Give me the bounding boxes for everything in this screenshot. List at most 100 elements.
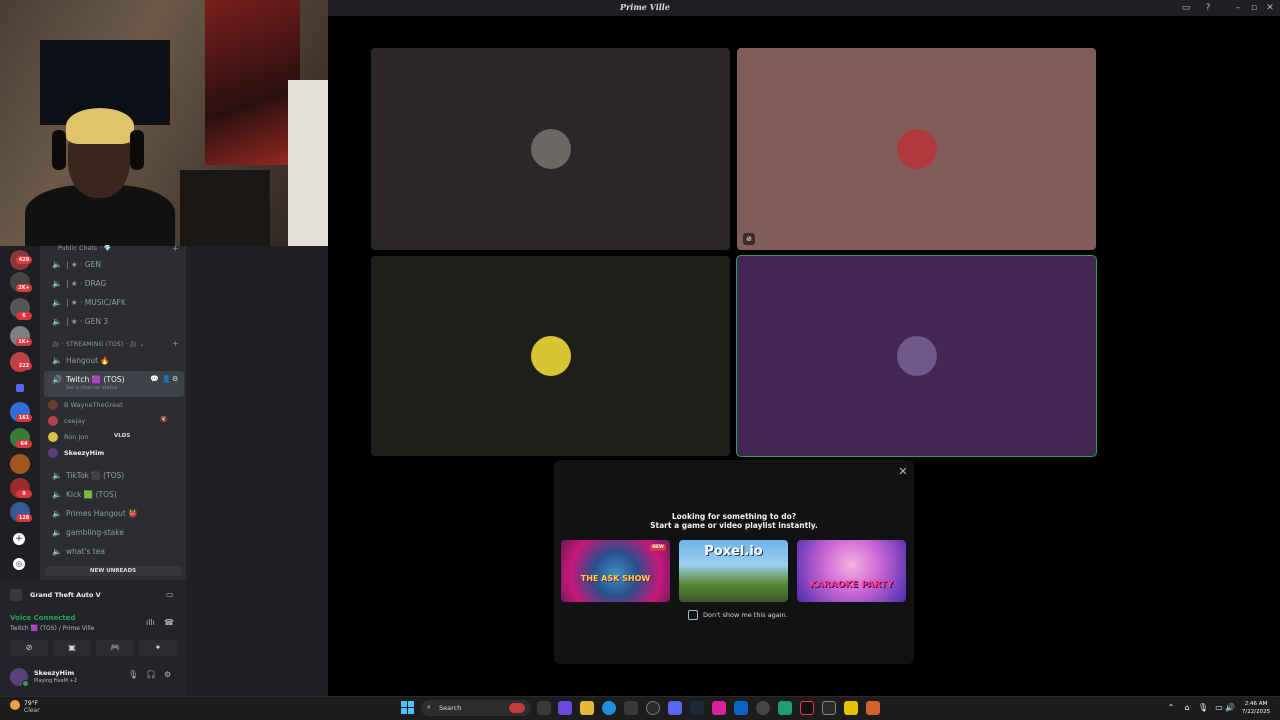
speaker-icon: 🔈 [52, 317, 62, 326]
app-icon[interactable] [778, 701, 792, 715]
voice-channel-hangout[interactable]: 🔈 Hangout 🔥 [44, 352, 184, 370]
settings-icon[interactable] [756, 701, 770, 715]
voice-channel[interactable]: 🔈 TikTok ⬛ (TOS) [44, 467, 184, 485]
close-window-icon[interactable]: ✕ [1264, 2, 1276, 14]
voice-member[interactable]: ceejay 🔇 [44, 414, 167, 428]
voice-channel[interactable]: 🔈 Kick 🟩 (TOS) [44, 486, 184, 504]
avatar [530, 129, 571, 169]
disconnect-icon[interactable]: ☎ [164, 618, 174, 627]
user-row: SkeezyHim Playing FiveM +2 🎙 🎧 ⚙ [6, 664, 182, 692]
new-unreads-button[interactable]: NEW UNREADS [44, 566, 182, 576]
gear-icon[interactable]: ⚙ [164, 670, 171, 679]
speaker-icon: 🔈 [52, 509, 62, 518]
taskbar [0, 696, 1280, 720]
voice-member[interactable]: B WayneTheGreat [44, 398, 164, 412]
gear-icon[interactable]: ⚙ [172, 375, 178, 383]
server-name: Prime Ville [620, 2, 670, 12]
server-badge: 9 [16, 490, 32, 498]
maximize-icon[interactable]: ▫ [1248, 2, 1260, 14]
avatar [48, 448, 58, 458]
chatgpt-icon[interactable] [646, 701, 660, 715]
voice-channel[interactable]: 🔈 | ★ · GEN 3 [44, 313, 184, 331]
discord-icon[interactable] [668, 701, 682, 715]
participant-tile[interactable] [371, 48, 730, 250]
server-icon[interactable] [10, 454, 30, 474]
muted-icon: ⊘ [743, 233, 755, 245]
voice-channel[interactable]: 🔈 Primes Hangout 👹 [44, 505, 184, 523]
minimize-icon[interactable]: – [1232, 2, 1244, 14]
voice-channel[interactable]: 🔈 | ★ · MUSIC/AFK [44, 294, 184, 312]
dont-show-checkbox[interactable] [688, 610, 698, 620]
weather-icon [10, 700, 20, 710]
chat-icon[interactable]: 💬 [150, 375, 159, 383]
game-card-karaoke[interactable]: KARAOKE PARTY [797, 540, 906, 602]
tray-display-icon[interactable]: ▭ [1214, 702, 1224, 714]
category-streaming[interactable]: 🎥 · STREAMING (TOS) · 🎥 ⌄ [52, 341, 145, 348]
microphone-icon[interactable]: 🎙 [128, 670, 138, 679]
add-channel-icon[interactable]: + [172, 244, 179, 253]
voice-channel-twitch[interactable]: 🔊 Twitch 🟪 (TOS) Set a channel status 💬 … [44, 371, 184, 397]
inbox-icon[interactable]: ▭ [1180, 2, 1192, 14]
voice-channel[interactable]: 🔈 | ★ · GEN [44, 256, 184, 274]
tiktok-icon[interactable] [800, 701, 814, 715]
voice-channel[interactable]: 🔈 gambling-stake [44, 524, 184, 542]
taskbar-search[interactable]: ⌕ Search [421, 700, 531, 716]
activity-button[interactable]: 🎮 [96, 640, 134, 656]
clock-date: 7/22/2025 [1241, 709, 1271, 715]
help-icon[interactable]: ? [1202, 2, 1214, 14]
voice-status[interactable]: Voice Connected [10, 614, 76, 622]
file-explorer-icon[interactable] [580, 701, 594, 715]
steam-icon[interactable] [690, 701, 704, 715]
add-channel-icon[interactable]: + [172, 339, 179, 348]
username[interactable]: SkeezyHim [34, 669, 74, 677]
server-badge: 6 [16, 312, 32, 320]
game-card-poxel[interactable]: Poxel.io [679, 540, 788, 602]
app-icon[interactable] [822, 701, 836, 715]
voice-channel[interactable]: 🔈 | ★ · DRAG [44, 275, 184, 293]
server-badge: 1K+ [16, 338, 32, 346]
folder-icon[interactable] [16, 384, 24, 392]
weather-desc: Clear [24, 707, 40, 714]
soundboard-button[interactable]: ✦ [139, 640, 177, 656]
task-view-icon[interactable] [537, 701, 551, 715]
avatar [530, 336, 571, 376]
avatar [48, 416, 58, 426]
tray-mic-icon[interactable]: 🎙 [1198, 702, 1208, 714]
copilot-icon[interactable] [558, 701, 572, 715]
camera-button[interactable]: ⊘ [10, 640, 48, 656]
invite-icon[interactable]: 👤 [162, 375, 171, 383]
channel-status[interactable]: Set a channel status [66, 385, 117, 391]
discover-icon[interactable]: ◎ [13, 558, 25, 570]
start-icon[interactable] [401, 701, 414, 714]
weather-widget[interactable]: 79°F Clear [24, 700, 40, 714]
close-icon[interactable]: ✕ [896, 465, 910, 479]
edge-icon[interactable] [602, 701, 616, 715]
instagram-icon[interactable] [712, 701, 726, 715]
screen-share-icon[interactable]: ▭ [166, 590, 174, 599]
speaker-icon: 🔈 [52, 298, 62, 307]
noise-suppression-icon[interactable]: ıllı [146, 618, 155, 627]
screen-share-button[interactable]: ▣ [53, 640, 91, 656]
voice-channel[interactable]: 🔈 what's tea [44, 543, 184, 561]
voice-member[interactable]: Ron Jon VLDS [44, 430, 164, 444]
speaker-icon: 🔈 [52, 490, 62, 499]
tray-network-icon[interactable]: ⌂ [1182, 702, 1192, 714]
taskbar-clock[interactable]: 2:46 AM 7/22/2025 [1236, 700, 1276, 716]
app-icon[interactable] [866, 701, 880, 715]
participant-tile-speaking[interactable] [736, 255, 1097, 457]
voice-channel-path[interactable]: Twitch 🟪 (TOS) / Prime Ville [10, 625, 94, 632]
participant-tile[interactable]: ⊘ [737, 48, 1096, 250]
tray-volume-icon[interactable]: 🔊 [1225, 702, 1235, 714]
voice-member[interactable]: SkeezyHim [44, 446, 164, 460]
add-server-icon[interactable]: + [13, 533, 25, 545]
speaker-icon: 🔊 [52, 375, 62, 384]
messenger-icon[interactable] [734, 701, 748, 715]
tray-chevron-icon[interactable]: ⌃ [1166, 702, 1176, 714]
server-badge: 64 [16, 440, 32, 448]
headphones-icon[interactable]: 🎧 [146, 670, 156, 679]
activity-row[interactable]: Grand Theft Auto V ▭ [8, 588, 178, 602]
notes-icon[interactable] [844, 701, 858, 715]
category-public-chats[interactable]: Public Chats · 💎 [58, 245, 111, 252]
store-icon[interactable] [624, 701, 638, 715]
participant-tile[interactable] [371, 256, 730, 456]
